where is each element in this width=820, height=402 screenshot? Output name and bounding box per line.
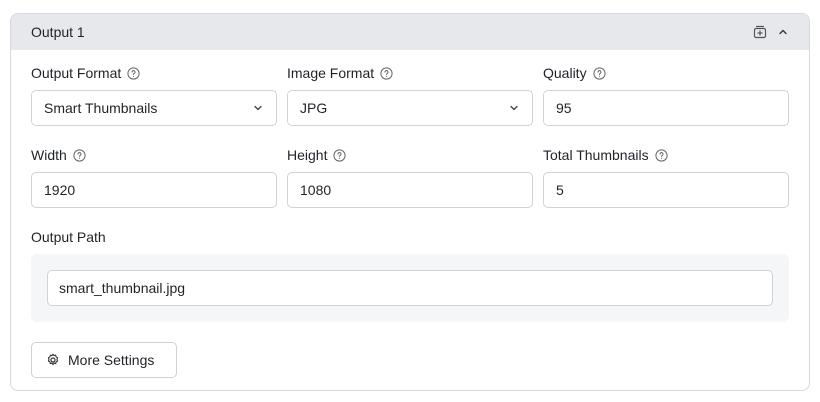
- image-format-value: JPG: [300, 100, 328, 116]
- duplicate-output-icon[interactable]: [753, 25, 767, 39]
- output-path-label: Output Path: [31, 229, 106, 245]
- chevron-down-icon: [510, 105, 518, 111]
- help-icon[interactable]: [380, 66, 393, 80]
- output-path-field: Output Path: [31, 228, 431, 246]
- height-input[interactable]: 1080: [287, 172, 533, 208]
- output-format-label: Output Format: [31, 65, 122, 81]
- quality-field: Quality 95: [543, 64, 789, 126]
- width-field: Width 1920: [31, 146, 277, 208]
- height-field: Height 1080: [287, 146, 533, 208]
- width-label: Width: [31, 147, 67, 163]
- collapse-chevron-up-icon[interactable]: [777, 26, 789, 38]
- total-thumbnails-input[interactable]: 5: [543, 172, 789, 208]
- height-value: 1080: [300, 182, 332, 198]
- gear-icon: [47, 353, 59, 366]
- more-settings-button[interactable]: More Settings: [31, 342, 177, 378]
- output-format-field: Output Format Smart Thumbnails: [31, 64, 277, 126]
- panel-title: Output 1: [31, 24, 85, 40]
- width-value: 1920: [44, 182, 76, 198]
- header-actions: [753, 25, 789, 39]
- output-path-input[interactable]: smart_thumbnail.jpg: [47, 270, 773, 306]
- help-icon[interactable]: [592, 66, 606, 80]
- image-format-field: Image Format JPG: [287, 64, 533, 126]
- height-label: Height: [287, 147, 328, 163]
- more-settings-label: More Settings: [68, 352, 155, 368]
- image-format-select[interactable]: JPG: [287, 90, 533, 126]
- total-thumbnails-label: Total Thumbnails: [543, 147, 649, 163]
- help-icon[interactable]: [127, 66, 140, 80]
- help-icon[interactable]: [333, 148, 347, 162]
- output-format-value: Smart Thumbnails: [44, 100, 158, 116]
- total-thumbnails-value: 5: [556, 182, 564, 198]
- total-thumbnails-field: Total Thumbnails 5: [543, 146, 789, 208]
- output-path-container: smart_thumbnail.jpg: [31, 254, 789, 322]
- quality-label: Quality: [543, 65, 587, 81]
- help-icon[interactable]: [654, 148, 668, 162]
- image-format-label: Image Format: [287, 65, 375, 81]
- help-icon[interactable]: [73, 148, 86, 162]
- width-input[interactable]: 1920: [31, 172, 277, 208]
- output-format-select[interactable]: Smart Thumbnails: [31, 90, 277, 126]
- output-panel: Output 1 Output Format Smart Thumbnails …: [10, 13, 810, 391]
- quality-input[interactable]: 95: [543, 90, 789, 126]
- output-path-value: smart_thumbnail.jpg: [59, 280, 186, 296]
- panel-header[interactable]: Output 1: [11, 14, 809, 50]
- quality-value: 95: [556, 100, 572, 116]
- chevron-down-icon: [254, 105, 262, 111]
